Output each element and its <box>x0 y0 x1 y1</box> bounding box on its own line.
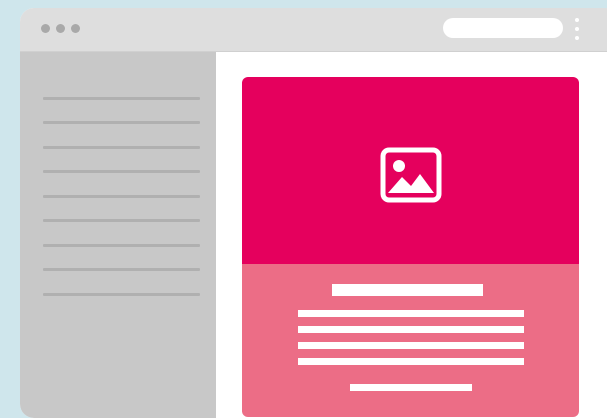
window-dot-close[interactable] <box>41 24 50 33</box>
card-text-line <box>298 342 524 349</box>
card-text-line <box>298 310 524 317</box>
content-card[interactable] <box>242 77 579 417</box>
sidebar-item[interactable] <box>43 268 200 271</box>
window-dot-maximize[interactable] <box>71 24 80 33</box>
card-text-line <box>298 358 524 365</box>
card-text-line <box>298 326 524 333</box>
window-controls <box>41 24 80 33</box>
sidebar-item[interactable] <box>43 97 200 100</box>
card-body <box>242 264 579 417</box>
sidebar-item[interactable] <box>43 219 200 222</box>
sidebar-item[interactable] <box>43 146 200 149</box>
sidebar-item[interactable] <box>43 244 200 247</box>
image-icon <box>380 147 442 203</box>
main-content <box>216 52 607 418</box>
kebab-dot <box>575 27 579 31</box>
sidebar-item[interactable] <box>43 195 200 198</box>
sidebar-item[interactable] <box>43 293 200 296</box>
window-dot-minimize[interactable] <box>56 24 65 33</box>
kebab-dot <box>575 36 579 40</box>
address-bar[interactable] <box>443 18 563 38</box>
browser-window <box>20 8 607 418</box>
kebab-menu-icon[interactable] <box>574 18 580 40</box>
browser-titlebar <box>20 8 607 52</box>
sidebar <box>20 52 216 418</box>
card-media <box>242 77 579 264</box>
sidebar-item[interactable] <box>43 170 200 173</box>
card-heading-placeholder <box>332 284 483 296</box>
card-footer-placeholder[interactable] <box>350 384 472 391</box>
kebab-dot <box>575 18 579 22</box>
sidebar-item[interactable] <box>43 121 200 124</box>
